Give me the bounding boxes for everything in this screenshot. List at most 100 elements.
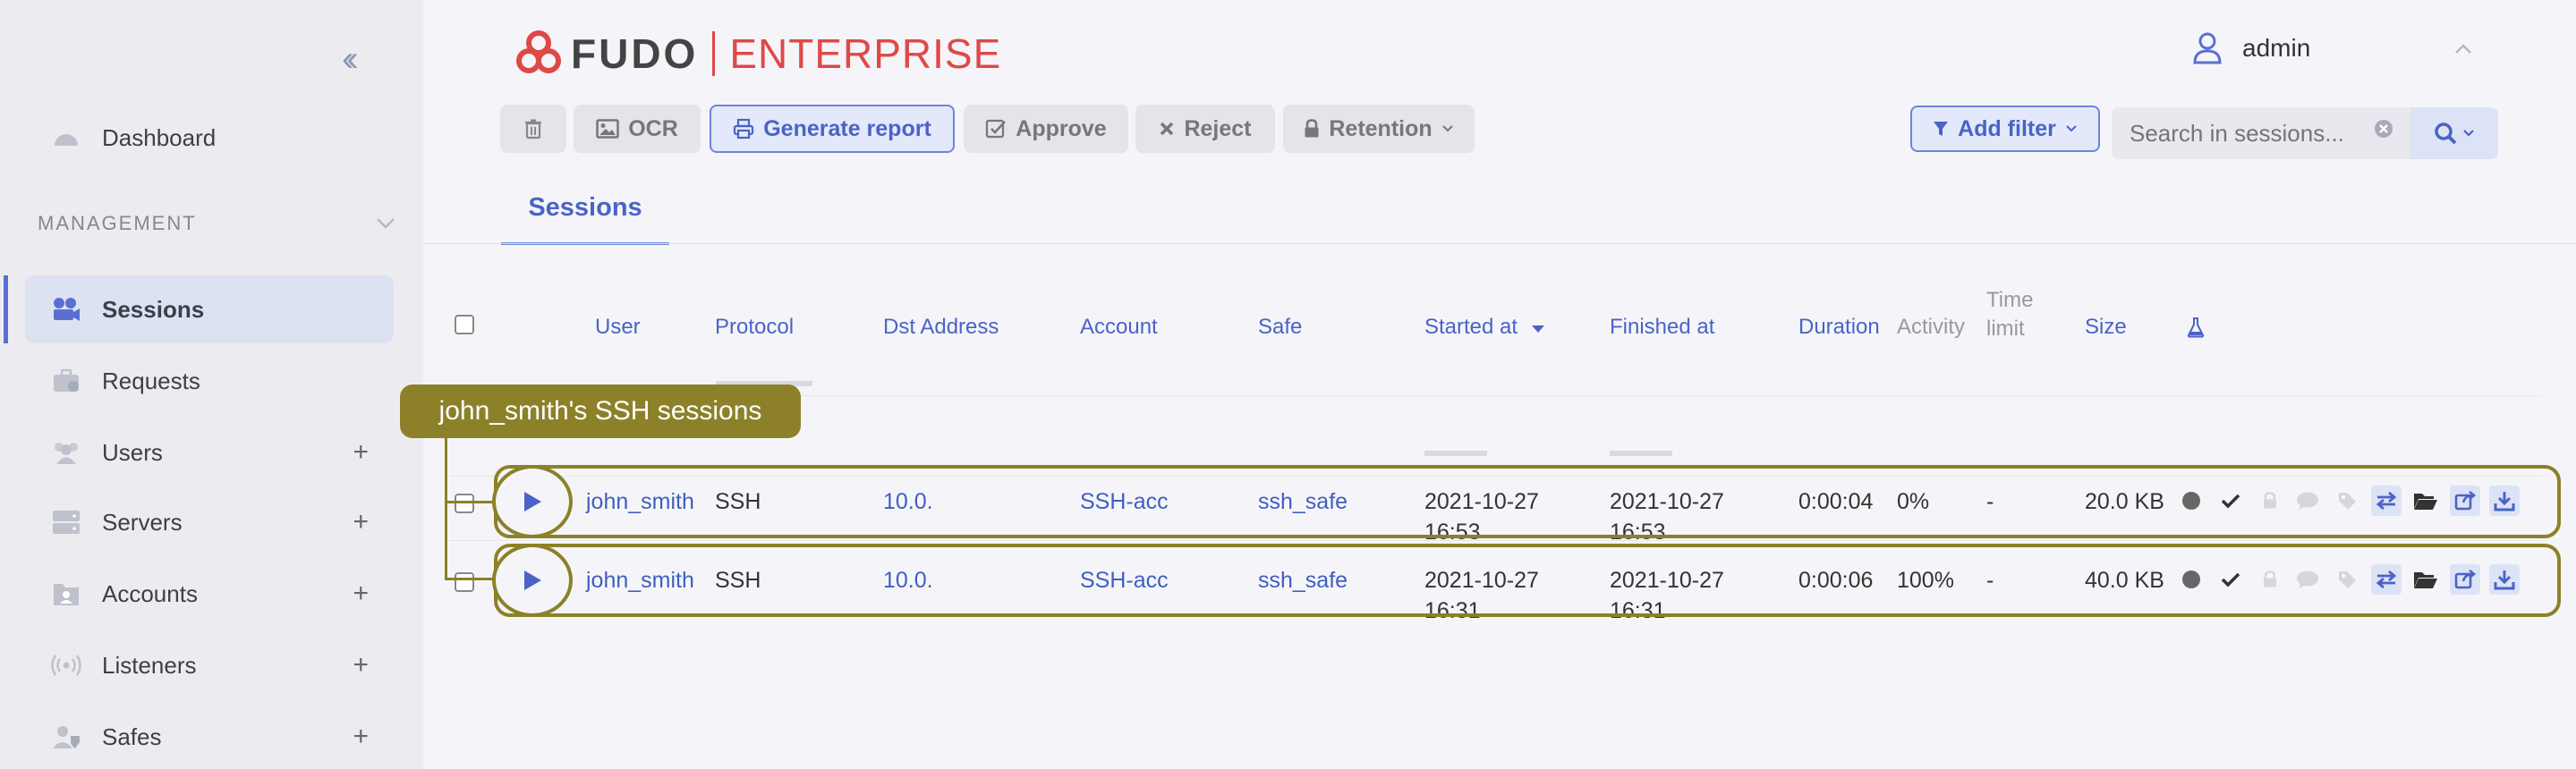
sidebar-item-label: Accounts [102, 579, 198, 607]
sidebar-item-label: Dashboard [102, 123, 217, 151]
sidebar-item-requests[interactable]: Requests [25, 347, 394, 415]
column-size[interactable]: Size [2085, 315, 2127, 340]
reject-label: Reject [1184, 115, 1252, 141]
column-safe[interactable]: Safe [1258, 315, 1302, 340]
sidebar-item-label: Users [102, 438, 163, 466]
select-all-checkbox[interactable] [455, 315, 474, 334]
x-icon [1160, 122, 1174, 136]
delete-button[interactable] [500, 105, 566, 153]
row-checkbox[interactable] [455, 494, 474, 513]
collapse-sidebar-icon[interactable]: ‹‹ [342, 39, 358, 80]
sidebar-item-label: Safes [102, 723, 162, 750]
play-icon [524, 492, 541, 511]
tab-sessions[interactable]: Sessions [501, 193, 669, 245]
add-filter-label: Add filter [1958, 115, 2056, 141]
product-name: ENTERPRISE [729, 30, 1002, 77]
column-dst-address[interactable]: Dst Address [883, 315, 999, 340]
search-button[interactable] [2410, 107, 2498, 159]
retention-dropdown[interactable]: Retention [1283, 105, 1475, 153]
annotation-connector [445, 501, 495, 503]
funnel-icon [1934, 122, 1949, 136]
column-finished-at[interactable]: Finished at [1610, 315, 1714, 340]
sidebar-item-safes[interactable]: Safes + [25, 703, 394, 769]
play-session-button[interactable] [492, 465, 573, 538]
flask-icon[interactable] [2187, 317, 2205, 338]
search-input[interactable] [2130, 116, 2398, 150]
sidebar-item-users[interactable]: Users + [25, 418, 394, 486]
account-icon [50, 578, 82, 610]
hidden-row-fragment [1610, 451, 1672, 456]
video-camera-icon [50, 293, 82, 325]
column-protocol[interactable]: Protocol [715, 315, 794, 340]
approve-label: Approve [1016, 115, 1107, 141]
image-icon [596, 119, 619, 139]
check-square-icon [986, 119, 1007, 139]
briefcase-icon [50, 365, 82, 397]
column-activity: Activity [1897, 315, 1966, 339]
column-time-limit-line2: limit [1986, 317, 2025, 341]
play-session-button[interactable] [492, 544, 573, 617]
play-icon [524, 570, 541, 590]
column-duration[interactable]: Duration [1798, 315, 1880, 340]
logo-text: FUDO [571, 30, 699, 77]
add-safe-button[interactable]: + [353, 722, 369, 752]
column-time-limit: Time limit [1986, 286, 2033, 343]
row-divider [447, 540, 2541, 541]
add-account-button[interactable]: + [353, 579, 369, 609]
user-name: admin [2242, 34, 2311, 62]
user-menu[interactable]: admin [2192, 32, 2310, 64]
sidebar-item-accounts[interactable]: Accounts + [25, 560, 394, 628]
sidebar-item-label: Listeners [102, 651, 197, 679]
chevron-down-icon [2463, 130, 2474, 137]
fudo-logo-icon [516, 30, 561, 73]
hidden-row-fragment [1424, 451, 1487, 456]
magnifier-icon [2435, 123, 2457, 145]
reject-button[interactable]: Reject [1135, 105, 1275, 153]
annotation-connector [445, 578, 495, 580]
column-user[interactable]: User [595, 315, 641, 340]
sidebar-item-label: Sessions [102, 295, 205, 323]
chevron-down-icon[interactable] [374, 211, 397, 234]
chevron-down-icon [1441, 125, 1453, 132]
fudo-logo[interactable]: FUDO ENTERPRISE [514, 27, 1001, 80]
logo-divider [712, 31, 716, 76]
add-listener-button[interactable]: + [353, 650, 369, 680]
users-icon [50, 436, 82, 469]
add-user-button[interactable]: + [353, 437, 369, 468]
trash-icon [525, 119, 541, 139]
sidebar-item-sessions[interactable]: Sessions [4, 275, 394, 343]
sidebar-item-listeners[interactable]: Listeners + [25, 631, 394, 699]
generate-report-label: Generate report [763, 115, 931, 141]
add-server-button[interactable]: + [353, 507, 369, 537]
chevron-up-icon[interactable] [2453, 43, 2473, 55]
row-checkbox[interactable] [455, 572, 474, 592]
highlight-row-box [494, 544, 2561, 617]
sidebar: ‹‹ Dashboard MANAGEMENT Sessions Request… [0, 0, 423, 769]
add-filter-button[interactable]: Add filter [1910, 106, 2100, 152]
column-account[interactable]: Account [1080, 315, 1158, 340]
chevron-down-icon [2066, 125, 2077, 132]
tab-divider [423, 243, 2576, 244]
column-started-at[interactable]: Started at [1424, 315, 1545, 340]
sidebar-item-servers[interactable]: Servers + [25, 488, 394, 556]
ocr-button[interactable]: OCR [574, 105, 701, 153]
retention-label: Retention [1329, 115, 1433, 141]
sidebar-item-label: Servers [102, 508, 183, 536]
printer-icon [734, 118, 754, 139]
server-icon [50, 506, 82, 538]
sidebar-item-dashboard[interactable]: Dashboard [25, 104, 394, 172]
dashboard-icon [50, 122, 82, 154]
ocr-label: OCR [628, 115, 678, 141]
safe-icon [50, 721, 82, 753]
sidebar-item-label: Requests [102, 367, 200, 394]
highlight-row-box [494, 465, 2561, 538]
approve-button[interactable]: Approve [964, 105, 1128, 153]
lock-icon [1305, 119, 1319, 138]
clear-search-icon[interactable] [2373, 118, 2394, 139]
annotation-tooltip: john_smith's SSH sessions [400, 384, 801, 438]
sidebar-section-management: MANAGEMENT [38, 212, 197, 234]
generate-report-button[interactable]: Generate report [710, 105, 955, 153]
column-time-limit-line1: Time [1986, 288, 2034, 312]
broadcast-icon [50, 649, 82, 681]
annotation-connector [445, 438, 447, 579]
